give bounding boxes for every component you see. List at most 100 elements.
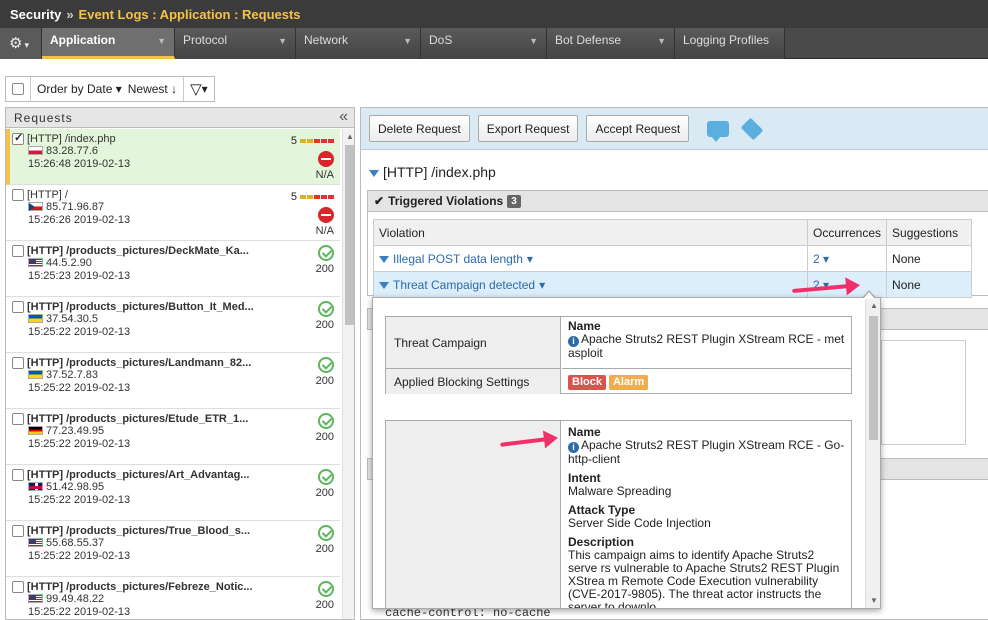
item-time: 15:25:22 2019-02-13 [28,494,131,506]
popup-scrollbar[interactable]: ▲ ▼ [865,298,880,608]
comment-icon[interactable] [707,120,730,142]
flag-icon [28,314,43,323]
filter-icon[interactable] [379,282,389,289]
response-code: 200 [315,375,334,387]
tab-dos[interactable]: DoS ▼ [421,28,547,59]
tab-label: DoS [429,33,453,47]
item-checkbox[interactable] [12,469,24,481]
scroll-thumb[interactable] [869,316,878,440]
flag-icon [28,146,43,155]
item-ip: 99.49.48.22 [46,593,105,605]
response-code: 200 [315,431,334,443]
gear-icon[interactable]: ⚙ ▾ [0,28,42,59]
blocked-icon [318,151,334,167]
tag-icon[interactable] [740,117,764,140]
item-checkbox[interactable] [12,357,24,369]
list-item[interactable]: [HTTP] /products_pictures/Landmann_82...… [6,353,340,409]
order-by-dropdown[interactable]: Order by Date ▾ [37,82,122,96]
newest-sort[interactable]: Newest ↓ [128,82,177,96]
checkbox[interactable] [12,83,24,95]
filter-icon[interactable] [379,256,389,263]
list-item[interactable]: [HTTP] / 85.71.96.87 15:26:26 2019-02-13… [6,185,340,241]
chevron-down-icon: ✔ [374,194,385,208]
sort-down-icon: ↓ [171,82,178,96]
item-path: [HTTP] /products_pictures/True_Blood_s..… [27,525,251,537]
scroll-down-icon[interactable]: ▼ [870,596,878,605]
tab-label: Logging Profiles [683,33,770,47]
flag-icon [28,370,43,379]
occurrences-value: 2 [813,251,820,266]
export-request-button[interactable]: Export Request [477,115,579,142]
campaign-name[interactable]: Apache Struts2 REST Plugin XStream RCE -… [568,438,844,466]
tab-network[interactable]: Network ▼ [296,28,421,59]
blocking-settings-value: Block Alarm [562,369,852,394]
accept-request-button[interactable]: Accept Request [586,115,690,142]
scroll-up-icon[interactable]: ▲ [346,132,354,141]
item-checkbox[interactable] [12,133,24,145]
tab-logging-profiles[interactable]: Logging Profiles [675,28,785,59]
item-ip: 44.5.2.90 [46,257,92,269]
violations-header[interactable]: ✔ Triggered Violations 3 [368,191,988,212]
list-item[interactable]: [HTTP] /products_pictures/Art_Advantag..… [6,465,340,521]
item-checkbox[interactable] [12,413,24,425]
violation-link[interactable]: Threat Campaign detected ▾ [379,278,802,292]
chevron-down-icon: ▼ [529,36,538,46]
breadcrumb-root[interactable]: Security [10,7,61,22]
flag-icon [28,202,43,211]
order-controls: Order by Date ▾ Newest ↓ [31,77,185,101]
list-item[interactable]: [HTTP] /products_pictures/Etude_ETR_1...… [6,409,340,465]
select-all-checkbox[interactable] [6,77,31,101]
response-code: 200 [315,487,334,499]
campaign-name[interactable]: Apache Struts2 REST Plugin XStream RCE -… [568,332,844,360]
tab-label: Bot Defense [555,33,622,47]
collapse-icon[interactable]: « [339,108,348,126]
item-checkbox[interactable] [12,301,24,313]
campaign-details-table: Name i Apache Struts2 REST Plugin XStream… [385,420,852,609]
violation-rating: 5 [291,135,334,147]
item-time: 15:25:22 2019-02-13 [28,326,131,338]
violation-name: Illegal POST data length [393,251,523,266]
item-time: 15:25:22 2019-02-13 [28,382,131,394]
tab-label: Application [50,33,116,47]
tab-application[interactable]: Application ▼ [42,28,175,59]
scroll-up-icon[interactable]: ▲ [870,301,878,310]
breadcrumb-separator: » [66,7,74,22]
description-value: This campaign aims to identify Apache St… [568,548,840,609]
tab-bot-defense[interactable]: Bot Defense ▼ [547,28,675,59]
item-path: [HTTP] /index.php [27,133,116,145]
item-checkbox[interactable] [12,245,24,257]
flag-icon [28,594,43,603]
scroll-thumb[interactable] [345,145,354,325]
item-checkbox[interactable] [12,525,24,537]
newest-label: Newest [127,82,168,96]
blocked-icon [318,207,334,223]
list-item[interactable]: [HTTP] /index.php 83.28.77.6 15:26:48 20… [6,129,340,185]
chevron-down-icon: ▼ [657,36,666,46]
suggestion-value: None [886,245,972,272]
breadcrumb-current: Event Logs : Application : Requests [78,7,301,22]
details-label-cell [386,421,561,608]
occurrences-dropdown[interactable]: 2 ▾ [806,245,888,272]
item-checkbox[interactable] [12,189,24,201]
flag-icon [28,258,43,267]
list-item[interactable]: [HTTP] /products_pictures/Button_It_Med.… [6,297,340,353]
list-item[interactable]: [HTTP] /products_pictures/True_Blood_s..… [6,521,340,577]
requests-scrollbar[interactable]: ▲ [342,129,354,619]
request-title-text: [HTTP] /index.php [383,164,496,180]
tab-protocol[interactable]: Protocol ▼ [175,28,296,59]
check-circle-icon [318,525,334,541]
item-ip: 77.23.49.95 [46,425,105,437]
breadcrumb: Security » Event Logs : Application : Requ… [0,0,988,28]
item-path: [HTTP] / [27,189,68,201]
filter-icon[interactable] [369,169,379,177]
list-item[interactable]: [HTTP] /products_pictures/DeckMate_Ka...… [6,241,340,297]
list-item[interactable]: [HTTP] /products_pictures/Febreze_Notic.… [6,577,340,619]
requests-title: Requests [14,111,73,125]
item-checkbox[interactable] [12,581,24,593]
block-tag: Block [568,375,606,390]
delete-request-button[interactable]: Delete Request [369,115,470,142]
filter-dropdown[interactable]: ▽ ▾ [184,77,214,101]
violations-table: Violation Occurrences Suggestions Illega… [373,219,972,298]
violation-link[interactable]: Illegal POST data length ▾ [379,252,802,266]
item-path: [HTTP] /products_pictures/DeckMate_Ka... [27,245,249,257]
